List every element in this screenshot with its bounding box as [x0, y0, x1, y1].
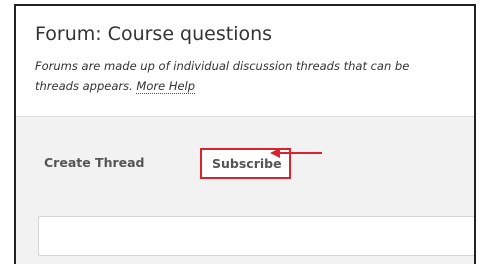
forum-header: Forum: Course questions Forums are made …: [16, 6, 474, 116]
thread-list-panel: [38, 216, 474, 256]
page-title: Forum: Course questions: [35, 23, 273, 45]
screenshot-stage: Forum: Course questions Forums are made …: [0, 0, 480, 264]
description-line-1: Forums are made up of individual discuss…: [35, 59, 410, 73]
create-thread-button[interactable]: Create Thread: [44, 155, 145, 170]
more-help-link[interactable]: More Help: [136, 79, 196, 94]
description-line-2-text: threads appears.: [35, 79, 137, 93]
annotation-arrow-icon: [270, 148, 322, 158]
forum-description: Forums are made up of individual discuss…: [35, 56, 474, 96]
forum-page: Forum: Course questions Forums are made …: [14, 4, 476, 264]
description-line-2: threads appears. More Help: [35, 76, 474, 96]
action-bar: Create Thread Subscribe: [16, 117, 474, 207]
